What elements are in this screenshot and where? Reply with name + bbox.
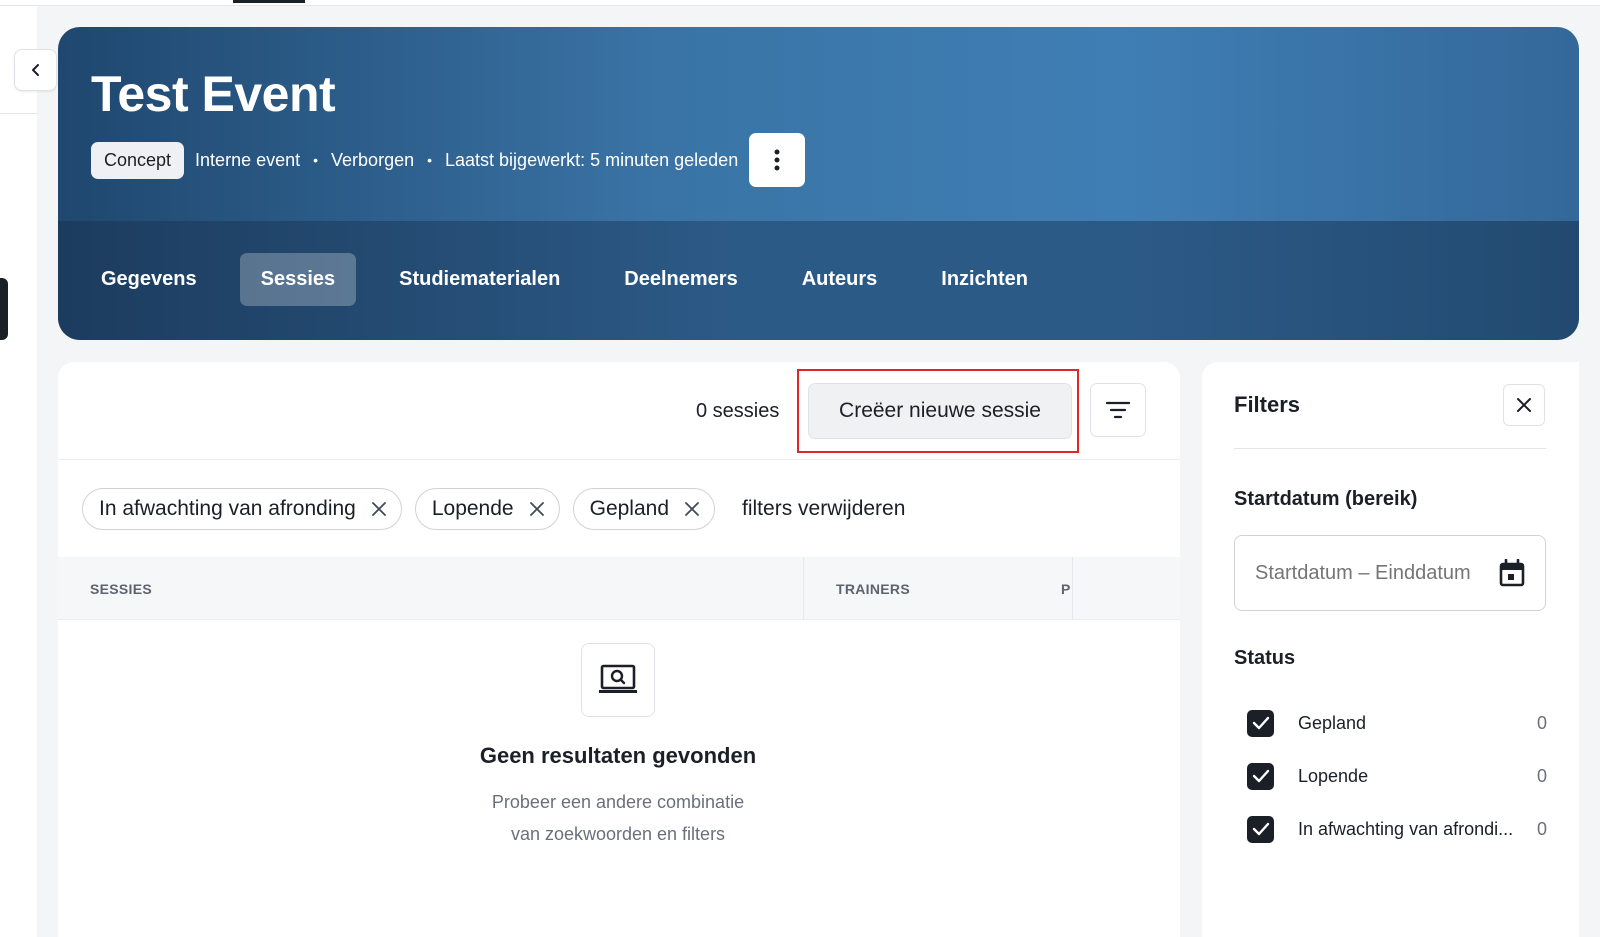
tab-inzichten[interactable]: Inzichten — [920, 253, 1049, 306]
tab-sessies[interactable]: Sessies — [239, 253, 357, 306]
top-strip — [0, 0, 1600, 6]
tab-studiematerialen[interactable]: Studiematerialen — [378, 253, 581, 306]
date-range-input[interactable] — [1255, 561, 1495, 585]
empty-state-message: Probeer een andere combinatie van zoekwo… — [58, 786, 1178, 850]
sessions-toolbar: 0 sessies Creëer nieuwe sessie — [58, 362, 1180, 460]
status-checkbox[interactable] — [1247, 815, 1274, 843]
kebab-menu-icon — [774, 149, 780, 171]
close-filters-button[interactable] — [1503, 384, 1545, 426]
laptop-search-icon — [599, 664, 637, 693]
empty-state-icon — [581, 643, 655, 717]
date-range-field[interactable] — [1234, 535, 1546, 611]
column-header-sessions[interactable]: SESSIES — [90, 581, 152, 597]
session-count: 0 sessies — [696, 400, 780, 422]
event-meta-row: Concept Interne event • Verborgen • Laat… — [91, 133, 806, 187]
tab-gegevens[interactable]: Gegevens — [80, 253, 218, 306]
clear-filters-link[interactable]: filters verwijderen — [742, 497, 905, 521]
check-icon — [1252, 769, 1269, 783]
column-divider — [1072, 557, 1073, 620]
status-badge: Concept — [91, 141, 185, 179]
check-icon — [1252, 716, 1269, 730]
more-options-button[interactable] — [749, 133, 806, 187]
create-session-button[interactable]: Creëer nieuwe sessie — [808, 383, 1072, 439]
last-updated: Laatst bijgewerkt: 5 minuten geleden — [445, 149, 739, 170]
filter-chip: Gepland — [572, 488, 716, 530]
event-header: Test Event Concept Interne event • Verbo… — [58, 27, 1579, 340]
calendar-icon[interactable] — [1499, 559, 1525, 587]
status-option-label: In afwachting van afrondi... — [1298, 818, 1514, 839]
back-button[interactable] — [14, 49, 57, 91]
status-option-label: Lopende — [1298, 765, 1369, 786]
filter-chip: Lopende — [414, 488, 560, 530]
tab-auteurs[interactable]: Auteurs — [781, 253, 899, 306]
column-header-p[interactable]: P — [1061, 581, 1071, 597]
active-filter-chips: In afwachting van afronding Lopende Gepl… — [82, 488, 905, 530]
event-visibility: Verborgen — [331, 149, 415, 170]
tab-deelnemers[interactable]: Deelnemers — [603, 253, 758, 306]
chip-label: Lopende — [431, 497, 514, 520]
filter-chip: In afwachting van afronding — [82, 488, 402, 530]
active-tab-indicator — [233, 0, 305, 3]
chevron-left-icon — [31, 64, 39, 76]
date-range-label: Startdatum (bereik) — [1234, 488, 1418, 510]
separator-dot: • — [313, 152, 319, 168]
status-checkbox[interactable] — [1247, 709, 1274, 737]
empty-state-line: van zoekwoorden en filters — [510, 824, 726, 844]
sessions-card: 0 sessies Creëer nieuwe sessie In afwach… — [58, 362, 1180, 937]
table-header: SESSIES TRAINERS P — [58, 557, 1180, 620]
tabs-bar: Gegevens Sessies Studiematerialen Deelne… — [58, 221, 1579, 340]
event-type: Interne event — [195, 149, 301, 170]
page-title: Test Event — [91, 66, 336, 122]
status-label: Status — [1234, 647, 1296, 669]
status-option: In afwachting van afrondi... 0 — [1247, 815, 1547, 843]
filter-toggle-button[interactable] — [1090, 383, 1146, 437]
status-checkbox[interactable] — [1247, 762, 1274, 790]
check-icon — [1252, 822, 1269, 836]
status-option: Gepland 0 — [1247, 709, 1547, 737]
separator-dot: • — [427, 152, 433, 168]
status-option: Lopende 0 — [1247, 762, 1547, 790]
status-option-label: Gepland — [1298, 712, 1367, 733]
close-icon — [1517, 398, 1531, 412]
rail-handle[interactable] — [0, 278, 8, 340]
chip-label: Gepland — [589, 497, 670, 520]
column-header-trainers[interactable]: TRAINERS — [836, 581, 910, 597]
filter-icon — [1106, 401, 1130, 419]
panel-divider — [1234, 448, 1546, 449]
filters-title: Filters — [1234, 392, 1301, 417]
close-icon[interactable] — [371, 501, 387, 517]
left-rail — [0, 6, 37, 937]
empty-state-title: Geen resultaten gevonden — [479, 743, 757, 768]
filters-panel: Filters Startdatum (bereik) Status Gepla… — [1202, 362, 1579, 937]
status-option-count: 0 — [1536, 712, 1547, 733]
empty-state-line: Probeer een andere combinatie — [491, 792, 745, 812]
close-icon[interactable] — [529, 501, 545, 517]
chip-label: In afwachting van afronding — [99, 497, 356, 520]
column-divider — [803, 557, 804, 620]
close-icon[interactable] — [684, 501, 700, 517]
rail-divider — [0, 113, 37, 114]
status-option-count: 0 — [1536, 765, 1547, 786]
status-option-count: 0 — [1536, 818, 1547, 839]
